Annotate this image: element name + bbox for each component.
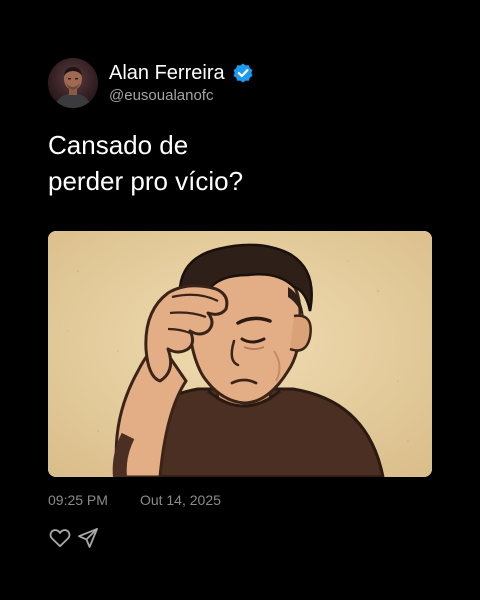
tweet-text: Cansado de perder pro vício? xyxy=(48,127,428,199)
tweet-date[interactable]: Out 14, 2025 xyxy=(140,490,221,510)
avatar[interactable] xyxy=(48,58,98,108)
tweet-meta: 09:25 PM Out 14, 2025 xyxy=(48,490,221,510)
tweet-media-image[interactable] xyxy=(48,231,432,477)
name-row: Alan Ferreira xyxy=(109,61,255,85)
heart-icon[interactable] xyxy=(48,526,72,550)
author-handle[interactable]: @eusoualanofc xyxy=(109,86,255,106)
author-identity: Alan Ferreira @eusoualanofc xyxy=(109,61,255,106)
verified-badge-icon xyxy=(231,61,255,85)
tweet-text-line-1: Cansado de xyxy=(48,130,189,160)
tweet-time[interactable]: 09:25 PM xyxy=(48,490,108,510)
send-icon[interactable] xyxy=(76,526,100,550)
tweet-text-line-2: perder pro vício? xyxy=(48,166,244,196)
tweet-header: Alan Ferreira @eusoualanofc xyxy=(48,58,255,108)
tweet-actions xyxy=(48,526,100,550)
author-name[interactable]: Alan Ferreira xyxy=(109,61,225,85)
